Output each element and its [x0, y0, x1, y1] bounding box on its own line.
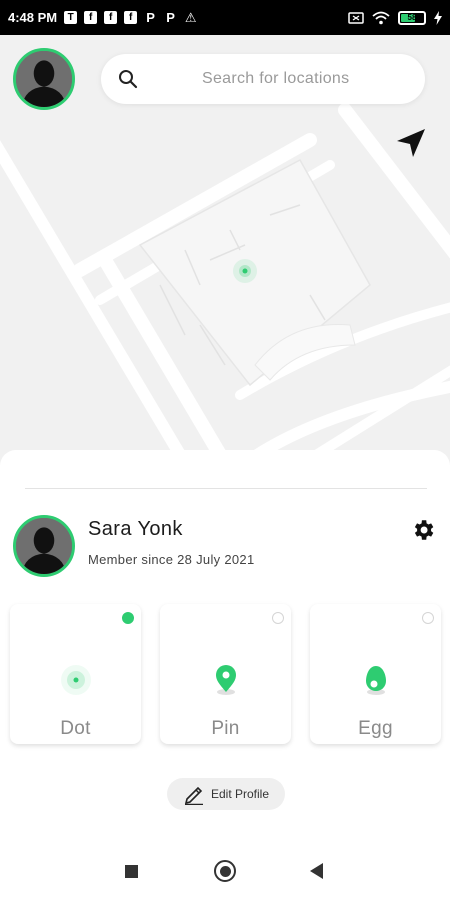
radio-unselected[interactable] [272, 612, 284, 624]
marker-card-pin[interactable]: Pin [160, 604, 291, 744]
system-nav-bar [0, 845, 450, 900]
locate-me-icon[interactable] [395, 127, 427, 159]
avatar-silhouette-icon [16, 51, 72, 107]
facebook-notification-icon: f [104, 11, 118, 24]
parking-notification-icon: P [146, 10, 155, 25]
status-left: 4:48 PM T f f f P P ⚠ [8, 10, 197, 25]
radio-selected[interactable] [122, 612, 134, 624]
marker-label: Egg [358, 718, 393, 739]
marker-label: Pin [211, 718, 240, 739]
profile-avatar [13, 515, 75, 577]
pin-marker-icon [215, 665, 236, 695]
edit-profile-button[interactable]: Edit Profile [167, 778, 285, 810]
profile-name: Sara Yonk [88, 518, 183, 540]
radio-unselected[interactable] [422, 612, 434, 624]
home-dot-icon [219, 865, 231, 877]
search-input[interactable]: Search for locations [202, 70, 349, 88]
dot-marker-icon [60, 665, 91, 695]
recents-button[interactable] [125, 865, 138, 878]
wifi-icon [372, 11, 390, 24]
marker-label: Dot [60, 718, 91, 739]
facebook-notification-icon: f [84, 11, 98, 24]
user-avatar-button[interactable] [13, 48, 75, 110]
battery-icon: 58 [398, 10, 426, 25]
status-bar: 4:48 PM T f f f P P ⚠ 58 [0, 0, 450, 35]
facebook-notification-icon: f [124, 11, 138, 24]
search-bar[interactable]: Search for locations [101, 54, 425, 104]
marker-card-egg[interactable]: Egg [310, 604, 441, 744]
charging-icon [434, 10, 442, 25]
pencil-icon [184, 786, 203, 805]
parking-notification-icon: P [166, 10, 175, 25]
settings-gear-icon[interactable] [410, 517, 436, 543]
warning-notification-icon: ⚠ [184, 10, 197, 25]
sim-icon [348, 11, 364, 24]
status-right: 58 [348, 10, 442, 25]
avatar-silhouette-icon [16, 518, 72, 574]
marker-card-dot[interactable]: Dot [10, 604, 141, 744]
search-icon[interactable] [118, 69, 138, 89]
sheet-divider [25, 488, 427, 489]
back-button[interactable] [310, 863, 323, 879]
status-time: 4:48 PM [8, 10, 58, 25]
edit-profile-label: Edit Profile [211, 787, 270, 801]
egg-marker-icon [365, 666, 386, 695]
home-button[interactable] [214, 860, 236, 882]
battery-label: 58 [407, 13, 417, 22]
notification-icon: T [64, 11, 78, 24]
member-since: Member since 28 July 2021 [88, 552, 255, 567]
